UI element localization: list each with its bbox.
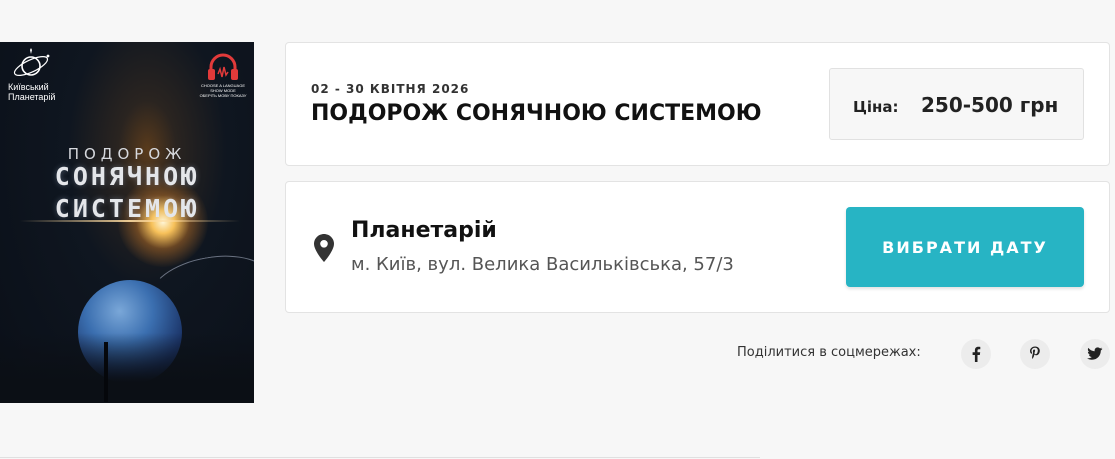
headphones-icon xyxy=(208,53,238,80)
pinterest-share-button[interactable] xyxy=(1020,339,1050,369)
language-logo-line3: ОБЕРІТЬ МОВУ ПОКАЗУ xyxy=(199,93,247,98)
share-label: Поділитися в соцмережах: xyxy=(737,345,921,360)
event-title: ПОДОРОЖ СОНЯЧНОЮ СИСТЕМОЮ xyxy=(311,101,762,126)
poster-spire xyxy=(104,342,108,402)
poster-ground xyxy=(0,333,254,403)
venue-card: Планетарій м. Київ, вул. Велика Василькі… xyxy=(285,181,1110,313)
twitter-share-button[interactable] xyxy=(1080,339,1110,369)
poster-title-line3: СИСТЕМОЮ xyxy=(54,194,200,223)
section-divider xyxy=(0,457,760,458)
map-pin-icon xyxy=(314,234,334,262)
price-box: Ціна: 250-500 грн xyxy=(829,68,1084,140)
planetarium-logo: Київський Планетарій xyxy=(8,48,68,102)
twitter-icon xyxy=(1087,347,1103,360)
planetarium-logo-icon xyxy=(13,48,50,76)
language-mode-logo: CHOOSE A LANGUAGE SHOW MODE ОБЕРІТЬ МОВУ… xyxy=(196,52,250,98)
venue-name[interactable]: Планетарій xyxy=(351,218,497,243)
event-info-card: 02 - 30 КВІТНЯ 2026 ПОДОРОЖ СОНЯЧНОЮ СИС… xyxy=(285,42,1110,166)
choose-date-button[interactable]: ВИБРАТИ ДАТУ xyxy=(846,207,1084,287)
event-poster: Київський Планетарій CHOOSE A LANGUAGE S… xyxy=(0,42,254,403)
poster-title-line2: СОНЯЧНОЮ xyxy=(54,162,200,191)
poster-title-line1: ПОДОРОЖ xyxy=(67,145,187,163)
venue-address: м. Київ, вул. Велика Васильківська, 57/3 xyxy=(351,254,734,275)
facebook-icon xyxy=(972,346,981,362)
price-label: Ціна: xyxy=(853,98,899,116)
facebook-share-button[interactable] xyxy=(961,339,991,369)
event-date-range: 02 - 30 КВІТНЯ 2026 xyxy=(311,82,470,96)
pinterest-icon xyxy=(1030,346,1040,359)
price-value: 250-500 грн xyxy=(921,93,1059,117)
planetarium-logo-text: Київський Планетарій xyxy=(8,82,56,102)
